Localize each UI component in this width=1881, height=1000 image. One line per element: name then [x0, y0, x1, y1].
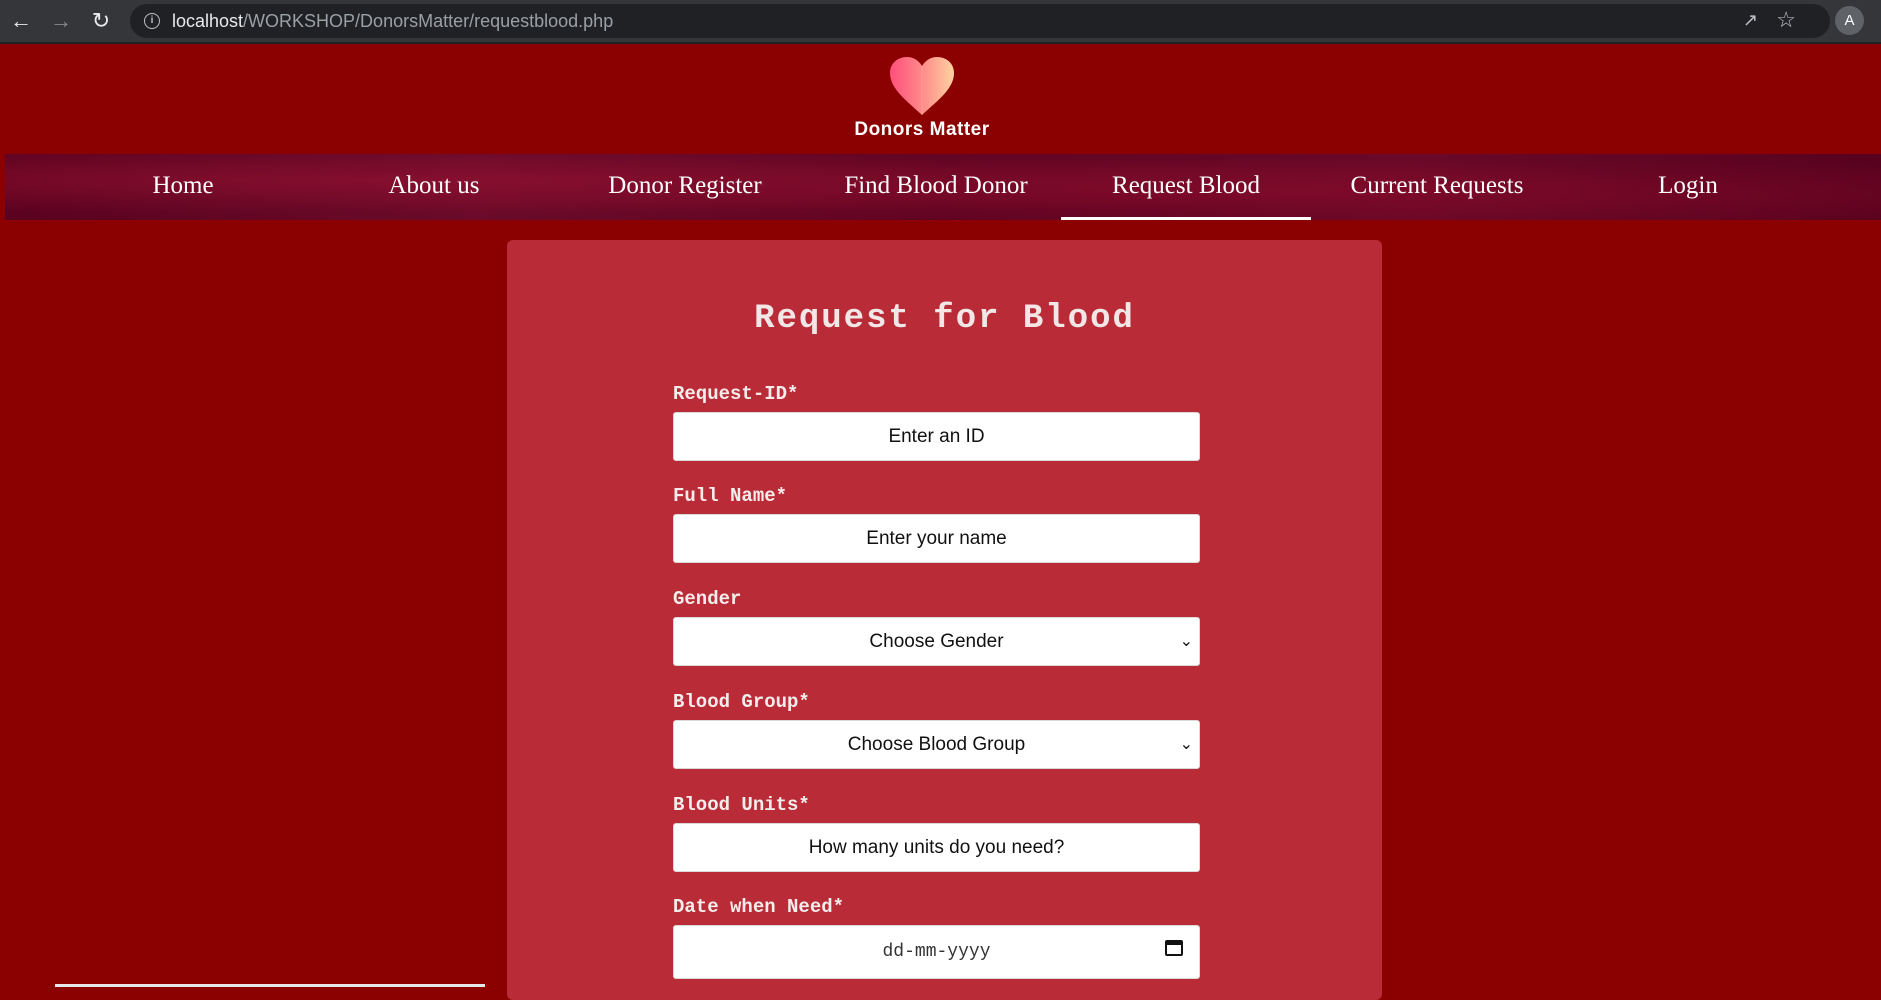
main-nav: Home About us Donor Register Find Blood … — [5, 154, 1881, 220]
nav-home[interactable]: Home — [58, 154, 308, 220]
chevron-down-icon: ⌄ — [1179, 633, 1193, 650]
site-logo[interactable]: Donors Matter — [847, 55, 997, 150]
url-host: localhost — [172, 11, 244, 31]
nav-donor-register[interactable]: Donor Register — [560, 154, 810, 220]
nav-login[interactable]: Login — [1563, 154, 1813, 220]
gender-select[interactable]: Choose Gender ⌄ — [673, 617, 1200, 666]
address-bar[interactable]: i localhost/WORKSHOP/DonorsMatter/reques… — [130, 4, 1830, 38]
gender-label: Gender — [673, 588, 742, 610]
forward-icon[interactable]: → — [48, 8, 74, 34]
date-placeholder: dd-mm-yyyy — [882, 942, 991, 962]
share-icon[interactable]: ↗ — [1743, 10, 1758, 31]
nav-find-blood-donor[interactable]: Find Blood Donor — [811, 154, 1061, 220]
heart-icon — [890, 57, 954, 115]
nav-current-requests[interactable]: Current Requests — [1312, 154, 1562, 220]
chevron-down-icon: ⌄ — [1179, 736, 1193, 753]
request-id-input[interactable]: Enter an ID — [673, 412, 1200, 461]
form-title: Request for Blood — [754, 300, 1135, 338]
date-needed-input[interactable]: dd-mm-yyyy — [673, 925, 1200, 979]
blood-units-input[interactable]: How many units do you need? — [673, 823, 1200, 872]
reload-icon[interactable]: ↻ — [88, 8, 114, 34]
calendar-icon[interactable] — [1165, 940, 1183, 956]
browser-toolbar: ← → ↻ i localhost/WORKSHOP/DonorsMatter/… — [0, 0, 1881, 44]
info-icon[interactable]: i — [144, 13, 160, 29]
blood-group-select[interactable]: Choose Blood Group ⌄ — [673, 720, 1200, 769]
full-name-label: Full Name* — [673, 485, 788, 507]
full-name-input[interactable]: Enter your name — [673, 514, 1200, 563]
gender-select-value: Choose Gender — [869, 631, 1004, 652]
logo-text: Donors Matter — [854, 119, 990, 140]
blood-group-select-value: Choose Blood Group — [847, 734, 1026, 755]
url-path: /WORKSHOP/DonorsMatter/requestblood.php — [243, 11, 614, 31]
date-needed-label: Date when Need* — [673, 896, 845, 918]
url-text[interactable]: localhost/WORKSHOP/DonorsMatter/requestb… — [172, 11, 613, 32]
star-icon[interactable]: ☆ — [1776, 7, 1796, 33]
avatar[interactable]: A — [1835, 6, 1864, 35]
request-id-label: Request-ID* — [673, 383, 799, 405]
blood-group-label: Blood Group* — [673, 691, 810, 713]
back-icon[interactable]: ← — [8, 8, 34, 34]
nav-request-blood[interactable]: Request Blood — [1061, 154, 1311, 220]
nav-about-us[interactable]: About us — [309, 154, 559, 220]
blood-units-label: Blood Units* — [673, 794, 810, 816]
